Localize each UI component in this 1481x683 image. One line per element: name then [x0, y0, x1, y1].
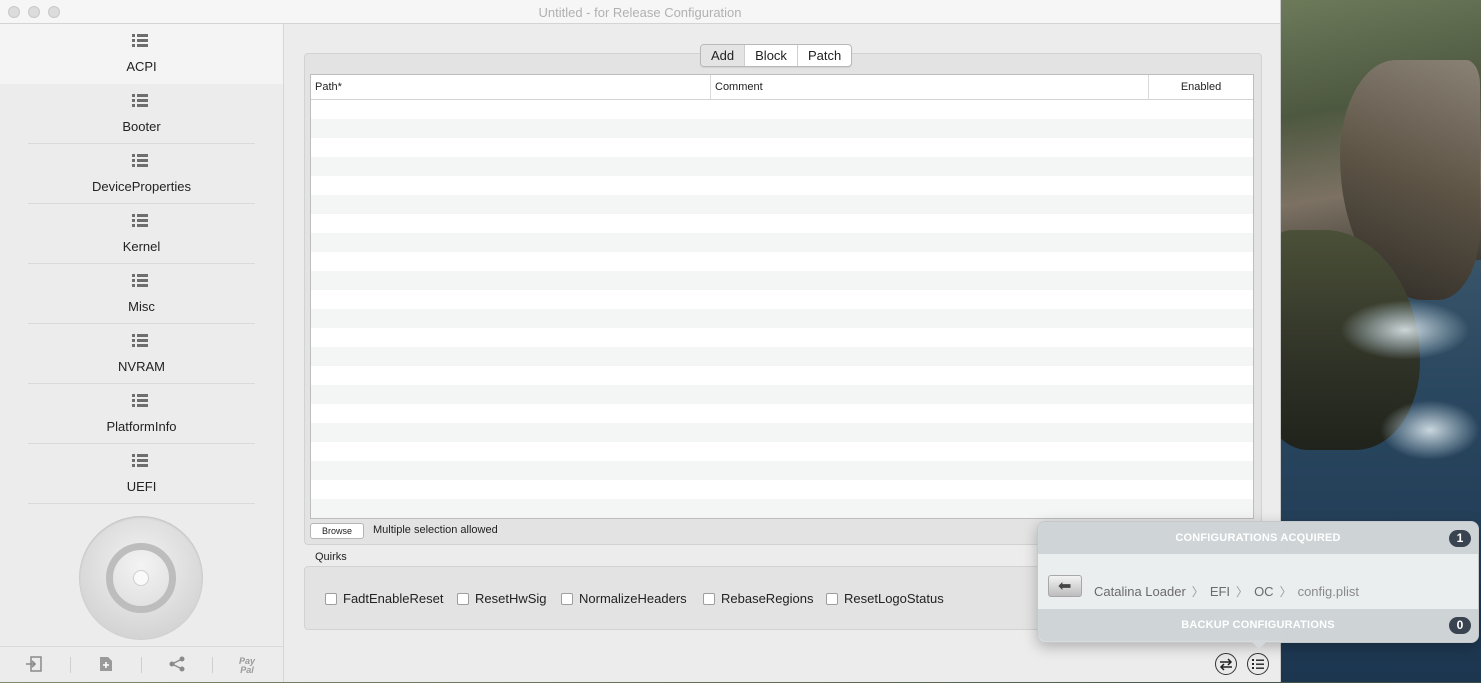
app-logo-gear-icon — [79, 516, 203, 640]
configurations-acquired-title: CONFIGURATIONS ACQUIRED — [1175, 532, 1341, 544]
chevron-right-icon: 〉 — [1279, 585, 1292, 599]
browse-hint: Multiple selection allowed — [373, 524, 498, 536]
acpi-add-table[interactable]: Path* Comment Enabled — [310, 74, 1254, 519]
list-icon — [132, 214, 148, 228]
quirk-label: ResetHwSig — [475, 591, 547, 606]
sidebar-item-label: UEFI — [126, 479, 157, 494]
chevron-right-icon: 〉 — [1236, 585, 1249, 599]
configurations-acquired-header: CONFIGURATIONS ACQUIRED 1 — [1038, 522, 1478, 554]
sidebar-item-label: NVRAM — [118, 359, 165, 374]
quirk-label: RebaseRegions — [721, 591, 814, 606]
path-segment: EFI — [1209, 584, 1231, 599]
list-icon — [132, 394, 148, 408]
column-header-enabled[interactable]: Enabled — [1149, 75, 1253, 99]
drive-icon: ⬅ — [1048, 567, 1082, 599]
checkbox[interactable] — [561, 592, 573, 605]
sidebar-item-label: DeviceProperties — [92, 179, 191, 194]
sidebar-toolbar: Pay Pal — [0, 646, 283, 683]
configurations-popover: CONFIGURATIONS ACQUIRED 1 ⬅ Catalina Loa… — [1037, 521, 1479, 649]
checkbox[interactable] — [325, 592, 337, 605]
list-icon — [132, 94, 148, 108]
quirk-normalizeheaders[interactable]: NormalizeHeaders — [561, 591, 687, 606]
path-segment: Catalina Loader — [1094, 584, 1186, 599]
configurations-list-icon[interactable] — [1247, 653, 1269, 675]
browse-button[interactable]: Browse — [310, 523, 364, 539]
backup-count-badge: 0 — [1449, 617, 1471, 634]
sidebar-item-platforminfo[interactable]: PlatformInfo — [0, 384, 283, 444]
list-icon — [132, 454, 148, 468]
acquired-count-badge: 1 — [1449, 530, 1471, 547]
path-segment: OC — [1254, 584, 1274, 599]
import-icon[interactable] — [24, 655, 44, 675]
wallpaper-foam — [1340, 300, 1470, 360]
backup-configurations-header: BACKUP CONFIGURATIONS 0 — [1038, 609, 1478, 641]
list-icon — [132, 334, 148, 348]
sidebar: ACPI Booter DeviceProperties Kernel Misc… — [0, 24, 284, 682]
quirks-label: Quirks — [315, 551, 347, 563]
checkbox[interactable] — [703, 592, 715, 605]
quirk-fadtenablereset[interactable]: FadtEnableReset — [325, 591, 443, 606]
checkbox[interactable] — [826, 592, 838, 605]
sidebar-item-nvram[interactable]: NVRAM — [0, 324, 283, 384]
quirk-label: NormalizeHeaders — [579, 591, 687, 606]
sidebar-item-label: PlatformInfo — [106, 419, 177, 434]
sidebar-item-misc[interactable]: Misc — [0, 264, 283, 324]
quirk-resetlogostatus[interactable]: ResetLogoStatus — [826, 591, 944, 606]
tab-add[interactable]: Add — [701, 45, 745, 66]
sidebar-item-acpi[interactable]: ACPI — [0, 24, 283, 84]
list-icon — [132, 274, 148, 288]
sidebar-item-deviceproperties[interactable]: DeviceProperties — [0, 144, 283, 204]
quirk-resethwsig[interactable]: ResetHwSig — [457, 591, 547, 606]
sidebar-item-label: Booter — [122, 119, 161, 134]
sidebar-item-label: ACPI — [126, 59, 157, 74]
chevron-right-icon: 〉 — [1191, 585, 1204, 599]
window-title: Untitled - for Release Configuration — [538, 5, 742, 20]
section-tabs: Add Block Patch — [700, 44, 853, 67]
tab-block[interactable]: Block — [744, 45, 797, 66]
column-header-path[interactable]: Path* — [311, 75, 711, 99]
configuration-entry[interactable]: ⬅ Catalina Loader 〉 EFI 〉 OC 〉 config.pl… — [1038, 554, 1478, 609]
add-file-icon[interactable] — [96, 655, 116, 675]
quirk-label: ResetLogoStatus — [844, 591, 944, 606]
share-icon[interactable] — [167, 655, 187, 675]
quirk-label: FadtEnableReset — [343, 591, 444, 606]
backup-configurations-title: BACKUP CONFIGURATIONS — [1181, 619, 1335, 631]
list-icon — [132, 34, 148, 48]
list-icon — [132, 154, 148, 168]
sidebar-item-label: Kernel — [122, 239, 161, 254]
path-segment: config.plist — [1297, 584, 1359, 599]
tab-patch[interactable]: Patch — [796, 45, 851, 66]
column-header-comment[interactable]: Comment — [711, 75, 1149, 99]
paypal-label: Pal — [240, 665, 254, 675]
checkbox[interactable] — [457, 592, 469, 605]
table-body[interactable] — [311, 100, 1253, 518]
wallpaper-foam — [1380, 400, 1480, 460]
sidebar-item-uefi[interactable]: UEFI — [0, 444, 283, 504]
sidebar-item-label: Misc — [128, 299, 155, 314]
title-bar: Untitled - for Release Configuration — [0, 0, 1280, 24]
config-path-breadcrumb: Catalina Loader 〉 EFI 〉 OC 〉 config.plis… — [1094, 583, 1359, 600]
quirk-rebaseregions[interactable]: RebaseRegions — [703, 591, 814, 606]
table-header: Path* Comment Enabled — [311, 75, 1253, 100]
popover-arrow — [1250, 640, 1268, 649]
paypal-donate-button[interactable]: Pay Pal — [237, 657, 257, 677]
sync-arrows-icon[interactable] — [1215, 653, 1237, 675]
sidebar-item-booter[interactable]: Booter — [0, 84, 283, 144]
sidebar-item-kernel[interactable]: Kernel — [0, 204, 283, 264]
